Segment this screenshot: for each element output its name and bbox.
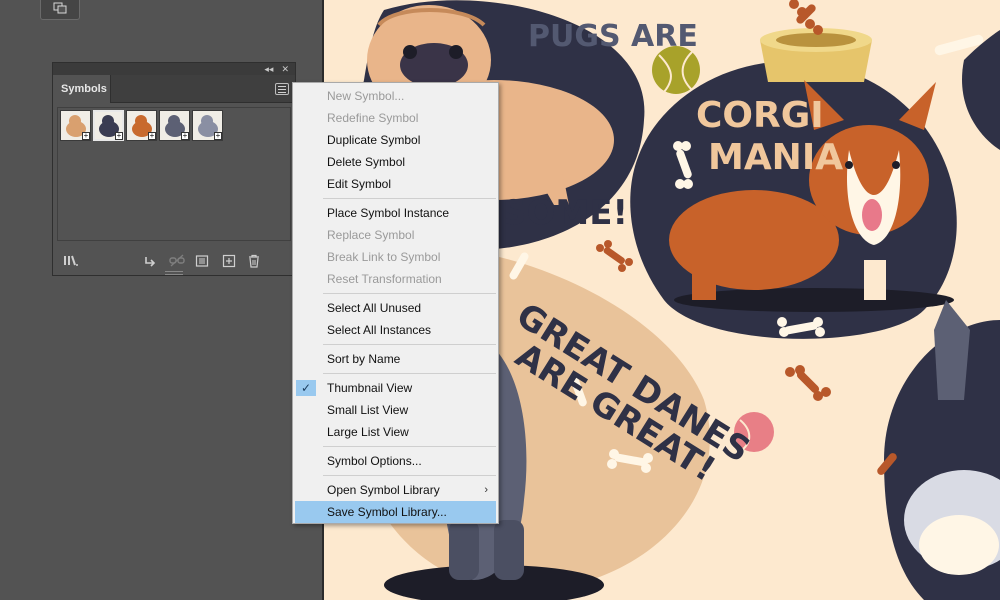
menu-item-label: Large List View bbox=[327, 425, 409, 439]
menu-item-label: Reset Transformation bbox=[327, 272, 442, 286]
tab-symbols[interactable]: Symbols bbox=[53, 75, 111, 103]
menu-item-thumbnail-view[interactable]: Thumbnail View ✓ bbox=[293, 377, 498, 399]
arrange-documents-button[interactable] bbox=[40, 0, 80, 20]
menu-item-reset-transformation: Reset Transformation bbox=[293, 268, 498, 290]
corgi-symbol[interactable]: + bbox=[126, 110, 157, 141]
menu-item-break-link-to-symbol: Break Link to Symbol bbox=[293, 246, 498, 268]
menu-item-label: New Symbol... bbox=[327, 89, 405, 103]
new-symbol-icon[interactable] bbox=[222, 254, 236, 268]
menu-item-label: Duplicate Symbol bbox=[327, 133, 421, 147]
pugs-title-line1: PUGS ARE bbox=[528, 19, 698, 54]
menu-item-label: Thumbnail View bbox=[327, 381, 413, 395]
menu-separator bbox=[323, 373, 496, 374]
symbol-options-icon[interactable] bbox=[195, 254, 209, 268]
symbols-panel: ◂◂ ✕ Symbols + + + + + bbox=[52, 62, 296, 276]
close-icon[interactable]: ✕ bbox=[281, 63, 289, 75]
pug-symbol[interactable]: + bbox=[60, 110, 91, 141]
menu-item-label: Replace Symbol bbox=[327, 228, 415, 242]
great-dane-symbol[interactable]: + bbox=[159, 110, 190, 141]
panel-footer bbox=[53, 249, 295, 275]
menu-item-small-list-view[interactable]: Small List View bbox=[293, 399, 498, 421]
corgi-title-line2: MANIA bbox=[708, 137, 844, 178]
menu-item-label: Delete Symbol bbox=[327, 155, 406, 169]
menu-item-sort-by-name[interactable]: Sort by Name bbox=[293, 348, 498, 370]
menu-item-symbol-options[interactable]: Symbol Options... bbox=[293, 450, 498, 472]
menu-item-replace-symbol: Replace Symbol bbox=[293, 224, 498, 246]
submenu-arrow-icon: › bbox=[484, 484, 488, 496]
symbols-panel-menu[interactable]: New Symbol... Redefine Symbol Duplicate Sy… bbox=[292, 82, 499, 524]
menu-item-label: Open Symbol Library bbox=[327, 483, 440, 497]
dog-grey-symbol[interactable]: + bbox=[192, 110, 223, 141]
menu-item-label: Select All Unused bbox=[327, 301, 422, 315]
symbol-link-badge-icon: + bbox=[148, 131, 156, 140]
corgi-title-line1: CORGI bbox=[696, 95, 824, 136]
menu-item-save-symbol-library[interactable]: Save Symbol Library... bbox=[295, 501, 496, 523]
menu-item-label: Place Symbol Instance bbox=[327, 206, 450, 220]
menu-item-redefine-symbol: Redefine Symbol bbox=[293, 107, 498, 129]
menu-item-label: Select All Instances bbox=[327, 323, 432, 337]
menu-separator bbox=[323, 198, 496, 199]
symbol-link-badge-icon: + bbox=[115, 131, 123, 140]
menu-item-select-all-unused[interactable]: Select All Unused bbox=[293, 297, 498, 319]
trash-icon[interactable] bbox=[247, 254, 261, 268]
menu-item-label: Save Symbol Library... bbox=[327, 505, 447, 519]
menu-item-select-all-instances[interactable]: Select All Instances bbox=[293, 319, 498, 341]
panel-menu-icon[interactable] bbox=[275, 83, 289, 95]
menu-separator bbox=[323, 446, 496, 447]
menu-separator bbox=[323, 293, 496, 294]
symbol-thumbnail-area[interactable]: + + + + + bbox=[57, 107, 291, 241]
collapse-icon[interactable]: ◂◂ bbox=[264, 63, 273, 75]
menu-item-delete-symbol[interactable]: Delete Symbol bbox=[293, 151, 498, 173]
panel-topbar[interactable]: ◂◂ ✕ bbox=[53, 63, 295, 75]
menu-item-open-symbol-library[interactable]: Open Symbol Library › bbox=[293, 479, 498, 501]
dog-dark-symbol[interactable]: + bbox=[93, 110, 124, 141]
panel-resize-grip[interactable] bbox=[165, 271, 183, 275]
workspace-left: ◂◂ ✕ Symbols + + + + + bbox=[0, 0, 322, 600]
pugs-title-line2: SOME! bbox=[502, 193, 628, 233]
place-instance-icon[interactable] bbox=[143, 254, 157, 268]
menu-separator bbox=[323, 475, 496, 476]
menu-item-label: Small List View bbox=[327, 403, 409, 417]
menu-item-label: Symbol Options... bbox=[327, 454, 422, 468]
menu-item-label: Break Link to Symbol bbox=[327, 250, 441, 264]
menu-item-label: Redefine Symbol bbox=[327, 111, 419, 125]
arrange-documents-icon bbox=[53, 2, 67, 14]
menu-item-new-symbol: New Symbol... bbox=[293, 85, 498, 107]
menu-item-label: Sort by Name bbox=[327, 352, 401, 366]
menu-separator bbox=[323, 344, 496, 345]
checkmark-icon: ✓ bbox=[296, 380, 316, 396]
break-link-icon[interactable] bbox=[169, 254, 185, 268]
menu-item-duplicate-symbol[interactable]: Duplicate Symbol bbox=[293, 129, 498, 151]
library-icon[interactable] bbox=[63, 254, 79, 268]
menu-item-large-list-view[interactable]: Large List View bbox=[293, 421, 498, 443]
symbol-link-badge-icon: + bbox=[214, 131, 222, 140]
symbol-link-badge-icon: + bbox=[181, 131, 189, 140]
menu-item-label: Edit Symbol bbox=[327, 177, 392, 191]
menu-item-edit-symbol[interactable]: Edit Symbol bbox=[293, 173, 498, 195]
panel-tab-row: Symbols bbox=[53, 75, 295, 103]
symbol-link-badge-icon: + bbox=[82, 131, 90, 140]
menu-item-place-symbol-instance[interactable]: Place Symbol Instance bbox=[293, 202, 498, 224]
